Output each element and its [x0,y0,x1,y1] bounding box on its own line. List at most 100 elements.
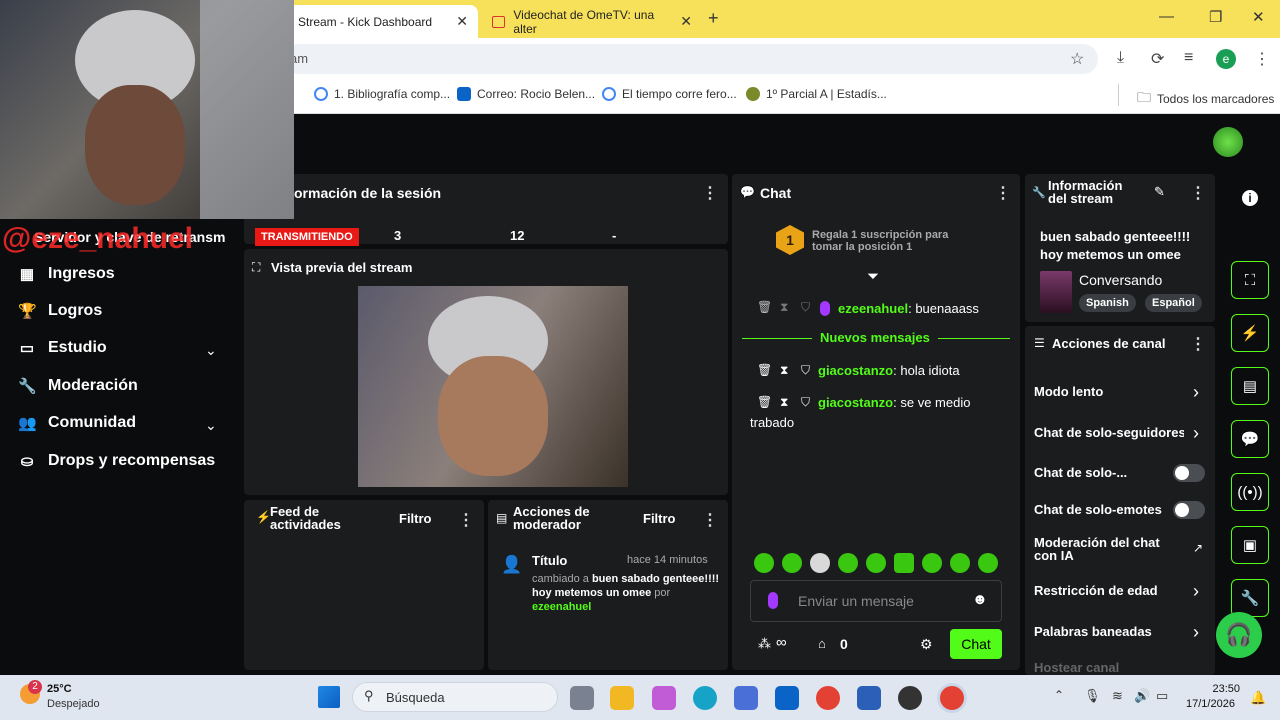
emote-icon[interactable] [978,553,998,573]
word-icon[interactable] [857,686,881,710]
bookmark-item[interactable]: El tiempo corre fero... [602,87,737,101]
emote-icon[interactable] [866,553,886,573]
sidebar-item-moderacion[interactable]: 🔧 Moderación [18,377,138,395]
age-restriction-item[interactable]: Restricción de edad [1034,583,1158,598]
info-icon[interactable]: i [1242,190,1258,206]
minimize-icon[interactable]: — [1159,8,1174,25]
tag-badge[interactable]: Spanish [1079,294,1136,312]
battery-icon[interactable]: ▭ [1156,688,1168,704]
emote-icon[interactable] [950,553,970,573]
channel-actions-menu-icon[interactable]: ⋮ [1190,334,1206,354]
category-name[interactable]: Conversando [1079,272,1162,288]
wifi-icon[interactable]: ≋ [1112,688,1123,704]
shield-icon[interactable]: ⛉ [801,363,810,378]
close-tab-icon[interactable]: ✕ [456,13,468,30]
new-tab-icon[interactable]: + [708,8,719,29]
host-channel-item[interactable]: Hostear canal [1034,660,1119,675]
outlook-icon[interactable] [775,686,799,710]
sidebar-item-comunidad[interactable]: 👥 Comunidad [18,414,136,432]
windows-start-icon[interactable] [318,686,340,708]
ai-moderation-item[interactable]: Moderación del chat con IA [1034,536,1174,562]
copilot-icon[interactable] [652,686,676,710]
mic-icon[interactable] [768,592,778,609]
extension-icon[interactable]: ⟳ [1151,49,1164,69]
tray-chevron-up-icon[interactable]: ⌃ [1054,688,1064,702]
obs-icon[interactable] [898,686,922,710]
chevron-right-icon[interactable]: › [1193,382,1199,403]
user-avatar[interactable] [1213,127,1243,157]
banned-words-item[interactable]: Palabras baneadas [1034,624,1152,639]
modactions-filter[interactable]: Filtro [643,511,676,526]
all-bookmarks[interactable]: 🗀 Todos los marcadores [1137,87,1274,111]
tag-badge[interactable]: Español [1145,294,1202,312]
emote-icon[interactable] [754,553,774,573]
slow-mode-item[interactable]: Modo lento [1034,384,1103,399]
volume-icon[interactable]: 🔊 [1134,688,1150,704]
menu-icon[interactable]: ⋮ [1254,49,1270,69]
shield-icon[interactable]: ⛉ [801,395,810,410]
close-tab-icon[interactable]: ✕ [680,13,692,30]
sidebar-item-estudio[interactable]: ▭ Estudio [18,339,107,357]
stream-preview-video[interactable] [358,286,628,487]
emote-icon[interactable] [838,553,858,573]
profile-avatar[interactable]: e [1216,49,1236,69]
chevron-right-icon[interactable]: › [1193,581,1199,602]
shield-icon[interactable]: ⛉ [801,300,810,315]
support-headset-icon[interactable]: 🎧 [1216,612,1262,658]
delete-icon[interactable]: 🗑 [757,395,772,409]
bookmark-item[interactable]: Correo: Rocio Belen... [457,87,595,101]
delete-icon[interactable]: 🗑 [757,363,772,377]
delete-icon[interactable]: 🗑 [757,300,772,314]
chat-send-button[interactable]: Chat [950,629,1002,659]
notification-bell-icon[interactable]: 🔔 [1250,690,1266,706]
stream-info-menu-icon[interactable]: ⋮ [1190,183,1206,203]
chevron-right-icon[interactable]: › [1193,423,1199,444]
emote-icon[interactable] [782,553,802,573]
sidebar-item-drops[interactable]: ⛀ Drops y recompensas [18,452,215,470]
edit-pencil-icon[interactable]: ✎ [1154,184,1165,200]
bookmark-item[interactable]: 1º Parcial A | Estadís... [746,87,887,101]
gift-subscription-text[interactable]: Regala 1 suscripción para tomar la posic… [812,229,962,253]
restore-icon[interactable]: ❐ [1209,8,1222,26]
chrome-active-icon[interactable] [940,686,964,710]
screenshot-icon[interactable]: ⛶ [1231,261,1269,299]
chevron-down-icon[interactable]: ⌄ [205,417,217,434]
layout-icon[interactable]: ▣ [1231,526,1269,564]
tab-ometv[interactable]: Videochat de OmeTV: una alter ✕ [482,5,702,38]
modactions-menu-icon[interactable]: ⋮ [702,510,718,530]
chat-username[interactable]: ezeenahuel [838,301,908,316]
lightning-icon[interactable]: ⚡ [1231,314,1269,352]
timeout-icon[interactable]: ⧗ [780,395,788,410]
document-icon[interactable]: ▤ [1231,367,1269,405]
bookmark-item[interactable]: 1. Bibliografía comp... [314,87,450,101]
chat-username[interactable]: giacostanzo [818,395,893,410]
sidebar-item-logros[interactable]: 🏆 Logros [18,302,102,320]
feed-menu-icon[interactable]: ⋮ [458,510,474,530]
chat-username[interactable]: giacostanzo [818,363,893,378]
feed-filter[interactable]: Filtro [399,511,432,526]
emote-icon[interactable] [894,553,914,573]
external-link-icon[interactable]: ↗ [1193,541,1203,555]
settings-gear-icon[interactable]: ⚙ [920,636,933,653]
chat-bubble-icon[interactable]: 💬 [1231,420,1269,458]
file-explorer-icon[interactable] [610,686,634,710]
clock-time[interactable]: 23:50 [1210,683,1240,695]
task-view-icon[interactable] [570,686,594,710]
tab-kick-dashboard[interactable]: Stream - Kick Dashboard ✕ [288,5,478,38]
edge-icon[interactable] [693,686,717,710]
chat-menu-icon[interactable]: ⋮ [995,183,1011,203]
session-menu-icon[interactable]: ⋮ [702,183,718,203]
store-icon[interactable] [734,686,758,710]
emote-icon[interactable] [922,553,942,573]
modaction-user[interactable]: ezeenahuel [532,601,591,613]
download-icon[interactable]: ⤓ [1117,49,1124,67]
star-icon[interactable]: ☆ [1070,49,1084,69]
followers-only-item[interactable]: Chat de solo-seguidores [1034,425,1184,440]
emoji-icon[interactable]: ☻ [972,591,988,608]
clock-date[interactable]: 17/1/2026 [1186,698,1235,710]
taskbar-search[interactable] [352,682,558,712]
chevron-down-icon[interactable]: ⌄ [205,342,217,359]
broadcast-icon[interactable]: ((•)) [1231,473,1269,511]
url-field[interactable]: am [284,44,1098,74]
emotes-only-toggle[interactable] [1173,501,1205,519]
